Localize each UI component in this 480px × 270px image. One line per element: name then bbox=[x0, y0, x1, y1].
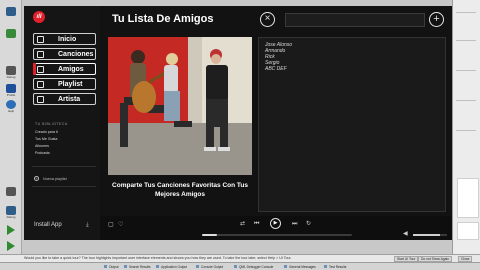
artist-icon bbox=[37, 95, 44, 103]
run-icon[interactable] bbox=[3, 222, 19, 238]
desktop: Debug Profile Help Debug ıll Inicio Canc… bbox=[0, 0, 480, 270]
download-icon[interactable]: ⤓ bbox=[86, 222, 89, 229]
list-item[interactable]: ABC DEF bbox=[265, 66, 287, 72]
volume-fill bbox=[413, 234, 441, 236]
library-item[interactable]: Albumes bbox=[35, 144, 49, 148]
new-playlist-label: Nueva playlist bbox=[43, 176, 67, 181]
ide-status-bar: Would you like to take a quick tour? The… bbox=[0, 254, 480, 262]
tab-output[interactable]: Output bbox=[104, 264, 119, 270]
profile-icon[interactable]: Profile bbox=[3, 82, 19, 98]
divider bbox=[32, 166, 96, 167]
nav-playlist[interactable]: Playlist bbox=[33, 78, 96, 90]
debug-run-icon[interactable] bbox=[3, 238, 19, 254]
edit-icon[interactable] bbox=[3, 26, 19, 42]
sidebar: ıll Inicio Canciones Amigos Playlist Art… bbox=[24, 6, 100, 240]
nav-amigos[interactable]: Amigos bbox=[33, 63, 96, 75]
volume-slider[interactable] bbox=[413, 234, 447, 236]
install-app-button[interactable]: Install App bbox=[34, 222, 62, 228]
player-bar: ▢ ♡ ⇄ ⏮ ▶ ⏭ ↻ ◀ bbox=[100, 216, 452, 240]
previous-icon[interactable]: ⏮ bbox=[254, 221, 259, 227]
ide-property-panel bbox=[457, 178, 479, 218]
divider bbox=[32, 186, 96, 187]
cover-icon: ▢ bbox=[108, 222, 114, 228]
nav-label: Artista bbox=[58, 95, 81, 103]
ide-side-pane bbox=[452, 0, 480, 262]
main-content: Tu Lista De Amigos Comparte Tus Cancione… bbox=[100, 6, 452, 240]
shuffle-icon[interactable]: ⇄ bbox=[240, 221, 245, 227]
close-icon[interactable]: × bbox=[260, 12, 275, 27]
debug-icon[interactable]: Debug bbox=[3, 64, 19, 80]
library-item[interactable]: Creado para ti bbox=[35, 130, 58, 134]
music-note-icon bbox=[37, 50, 44, 58]
friends-icon bbox=[37, 65, 44, 73]
next-icon[interactable]: ⏭ bbox=[292, 221, 297, 227]
tab-console-output[interactable]: Console Output bbox=[196, 264, 223, 270]
nav-label: Inicio bbox=[58, 35, 77, 43]
app-window: ıll Inicio Canciones Amigos Playlist Art… bbox=[24, 6, 452, 240]
repeat-icon[interactable]: ↻ bbox=[306, 221, 311, 227]
nav-canciones[interactable]: Canciones bbox=[33, 48, 96, 60]
nav-label: Amigos bbox=[58, 65, 84, 73]
add-friend-button[interactable]: + bbox=[429, 12, 444, 27]
help-icon[interactable]: Help bbox=[3, 98, 19, 114]
friends-photo bbox=[108, 37, 252, 175]
wrench-icon[interactable] bbox=[3, 184, 19, 200]
volume-icon[interactable]: ◀ bbox=[403, 231, 408, 237]
nav-inicio[interactable]: Inicio bbox=[33, 33, 96, 45]
tab-search-results[interactable]: Search Results bbox=[124, 264, 151, 270]
app-logo: ıll bbox=[33, 11, 45, 23]
new-playlist-button[interactable]: + Nueva playlist bbox=[34, 176, 67, 181]
friends-list: Jose Alonso Armando Rick Sergio ABC DEF bbox=[258, 37, 446, 212]
tab-test-results[interactable]: Test Results bbox=[324, 264, 346, 270]
playlist-icon bbox=[37, 80, 44, 88]
home-icon bbox=[37, 35, 44, 43]
nav-label: Playlist bbox=[58, 80, 83, 88]
tab-qml-debugger-console[interactable]: QML Debugger Console bbox=[234, 264, 273, 270]
nav-artista[interactable]: Artista bbox=[33, 93, 96, 105]
photo-caption: Comparte Tus Canciones Favoritas Con Tus… bbox=[112, 182, 248, 198]
play-button[interactable]: ▶ bbox=[270, 218, 281, 229]
monitor-icon[interactable]: Debug bbox=[3, 204, 19, 220]
ide-output-tabs: Output Search Results Application Output… bbox=[0, 262, 480, 270]
progress-fill bbox=[202, 234, 217, 236]
file-icon[interactable] bbox=[3, 4, 19, 20]
tab-application-output[interactable]: Application Output bbox=[156, 264, 187, 270]
ide-property-panel bbox=[457, 222, 479, 240]
tab-general-messages[interactable]: General Messages bbox=[284, 264, 316, 270]
library-item[interactable]: Podcasts bbox=[35, 151, 50, 155]
progress-slider[interactable] bbox=[202, 234, 352, 236]
library-title: TU BIBLIOTECA bbox=[35, 122, 68, 126]
search-input[interactable] bbox=[285, 13, 425, 27]
library-item[interactable]: Tus Me Gusta bbox=[35, 137, 57, 141]
tour-message: Would you like to take a quick tour? The… bbox=[24, 256, 292, 260]
heart-icon[interactable]: ♡ bbox=[118, 222, 123, 228]
plus-circle-icon: + bbox=[34, 176, 39, 181]
page-title: Tu Lista De Amigos bbox=[112, 13, 214, 25]
nav-label: Canciones bbox=[58, 50, 94, 58]
ide-mode-rail: Debug Profile Help Debug bbox=[0, 0, 22, 262]
